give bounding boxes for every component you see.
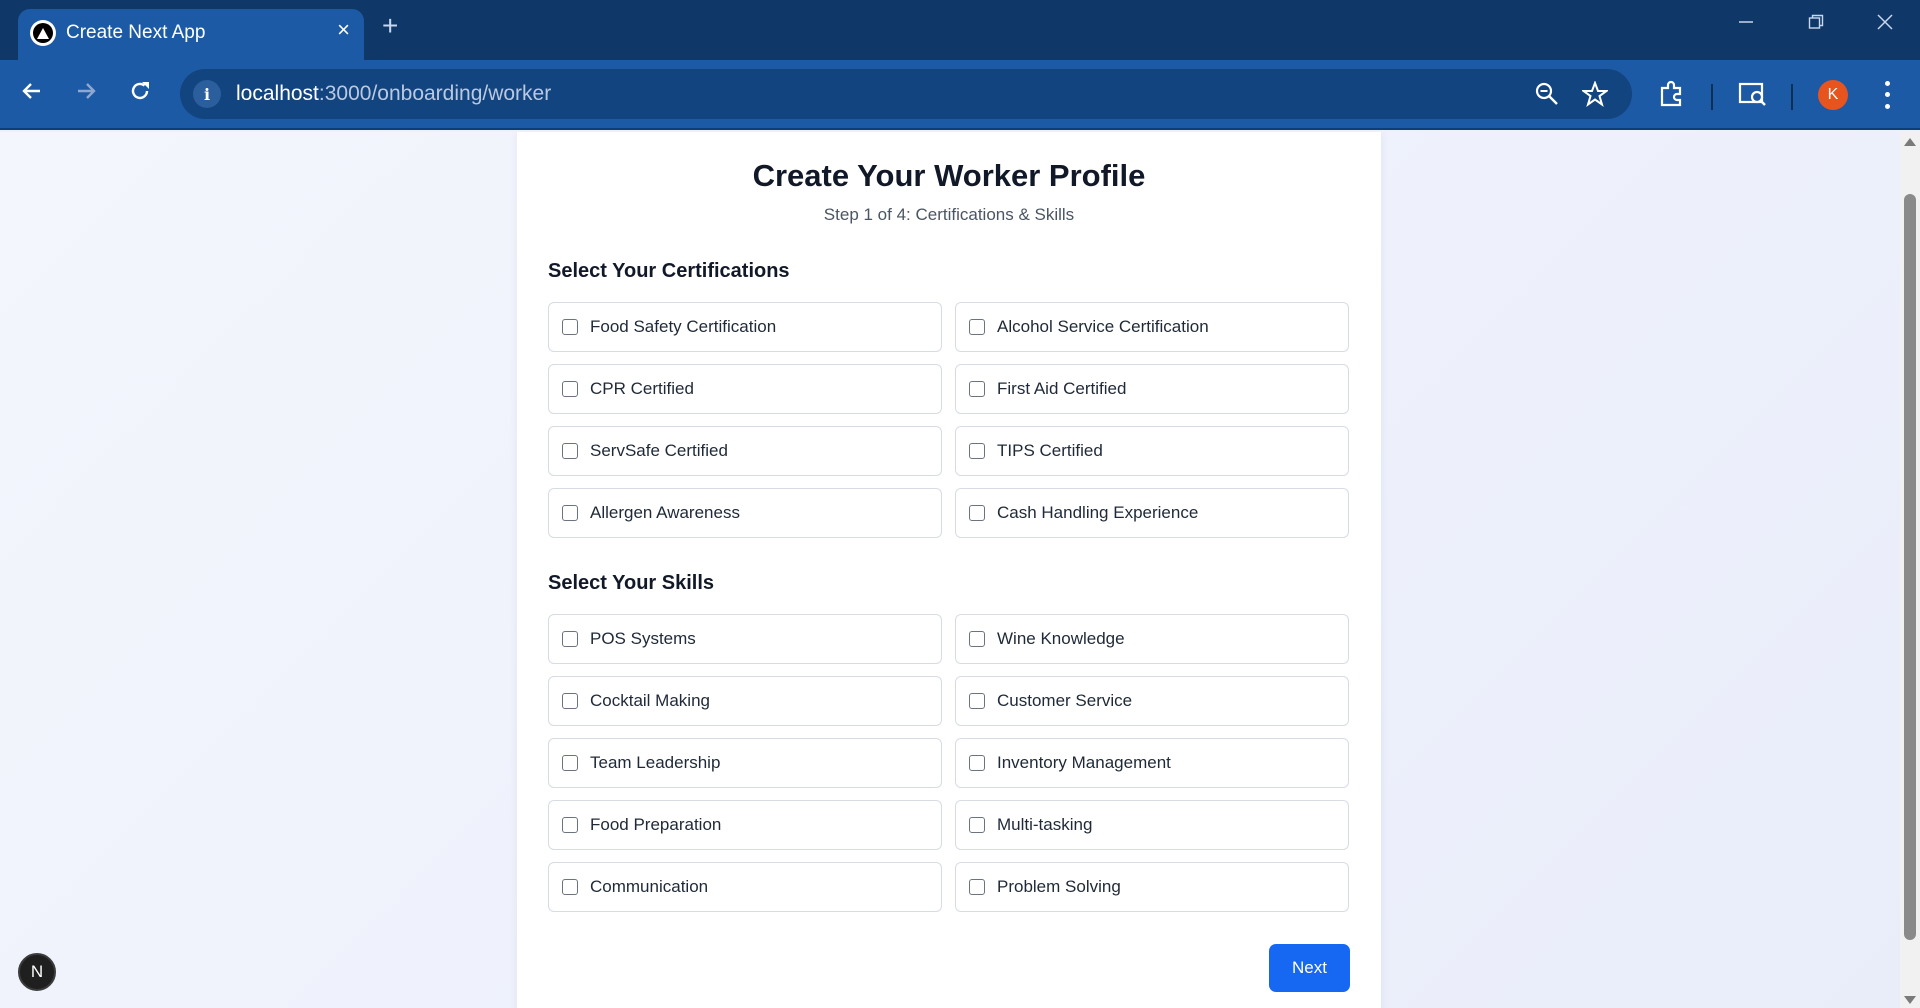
option-label: Problem Solving: [997, 877, 1121, 896]
checkbox[interactable]: [562, 879, 578, 895]
skill-option[interactable]: Inventory Management: [955, 738, 1349, 788]
checkbox[interactable]: [562, 693, 578, 709]
url-path: :3000/onboarding/worker: [318, 82, 552, 105]
onboarding-card: Create Your Worker Profile Step 1 of 4: …: [517, 132, 1381, 1008]
option-label: Allergen Awareness: [590, 503, 740, 522]
step-indicator: Step 1 of 4: Certifications & Skills: [823, 205, 1075, 224]
checkbox[interactable]: [969, 817, 985, 833]
page-viewport: Create Your Worker Profile Step 1 of 4: …: [0, 132, 1900, 1008]
skills-heading: Select Your Skills: [548, 572, 715, 594]
checkbox[interactable]: [562, 817, 578, 833]
skill-option[interactable]: Communication: [548, 862, 942, 912]
option-label: Cocktail Making: [590, 691, 710, 710]
extensions-icon[interactable]: [1658, 80, 1686, 113]
certification-option[interactable]: Alcohol Service Certification: [955, 302, 1349, 352]
option-label: First Aid Certified: [997, 379, 1127, 398]
close-window-icon[interactable]: [1877, 14, 1893, 34]
scroll-down-icon[interactable]: [1904, 996, 1916, 1004]
option-label: POS Systems: [590, 629, 696, 648]
browser-toolbar: i localhost:3000/onboarding/worker K: [0, 60, 1920, 130]
page-scrollbar[interactable]: [1900, 132, 1920, 1008]
checkbox[interactable]: [562, 381, 578, 397]
scrollbar-thumb[interactable]: [1904, 194, 1916, 940]
checkbox[interactable]: [969, 443, 985, 459]
option-label: Team Leadership: [590, 753, 721, 772]
certifications-heading: Select Your Certifications: [548, 260, 790, 282]
skills-grid: POS Systems Wine Knowledge Cocktail Maki…: [548, 614, 1349, 912]
skill-option[interactable]: Multi-tasking: [955, 800, 1349, 850]
checkbox[interactable]: [969, 755, 985, 771]
tab-close-icon[interactable]: ×: [337, 19, 350, 41]
scroll-up-icon[interactable]: [1904, 138, 1916, 146]
option-label: Multi-tasking: [997, 815, 1093, 834]
site-info-icon[interactable]: i: [193, 80, 221, 108]
profile-avatar[interactable]: K: [1818, 80, 1848, 110]
option-label: Customer Service: [997, 691, 1133, 710]
checkbox[interactable]: [969, 631, 985, 647]
forward-arrow-icon[interactable]: [74, 79, 98, 107]
option-label: Cash Handling Experience: [997, 503, 1199, 522]
checkbox[interactable]: [969, 319, 985, 335]
skill-option[interactable]: Wine Knowledge: [955, 614, 1349, 664]
option-label: TIPS Certified: [997, 441, 1103, 460]
browser-menu-icon[interactable]: [1880, 78, 1894, 112]
url-host: localhost: [236, 82, 319, 105]
back-arrow-icon[interactable]: [20, 79, 44, 107]
certification-option[interactable]: First Aid Certified: [955, 364, 1349, 414]
toolbar-divider: [1791, 84, 1793, 110]
certification-option[interactable]: ServSafe Certified: [548, 426, 942, 476]
minimize-icon[interactable]: [1738, 14, 1754, 34]
certification-option[interactable]: Food Safety Certification: [548, 302, 942, 352]
certification-option[interactable]: CPR Certified: [548, 364, 942, 414]
nextjs-favicon-icon: [30, 20, 56, 46]
checkbox[interactable]: [969, 381, 985, 397]
next-button[interactable]: Next: [1269, 944, 1350, 992]
checkbox[interactable]: [562, 755, 578, 771]
option-label: ServSafe Certified: [590, 441, 728, 460]
checkbox[interactable]: [969, 693, 985, 709]
checkbox[interactable]: [969, 505, 985, 521]
checkbox[interactable]: [562, 505, 578, 521]
browser-tab-strip: Create Next App × +: [0, 0, 1920, 60]
checkbox[interactable]: [969, 879, 985, 895]
option-label: Wine Knowledge: [997, 629, 1125, 648]
certification-option[interactable]: Cash Handling Experience: [955, 488, 1349, 538]
option-label: Food Safety Certification: [590, 317, 777, 336]
tab-title: Create Next App: [66, 22, 206, 43]
new-tab-icon[interactable]: +: [382, 12, 398, 40]
skill-option[interactable]: Cocktail Making: [548, 676, 942, 726]
certifications-grid: Food Safety Certification Alcohol Servic…: [548, 302, 1349, 538]
address-bar[interactable]: i localhost:3000/onboarding/worker: [180, 69, 1632, 119]
reload-icon[interactable]: [128, 79, 152, 107]
restore-icon[interactable]: [1808, 14, 1824, 34]
option-label: Alcohol Service Certification: [997, 317, 1209, 336]
skill-option[interactable]: Food Preparation: [548, 800, 942, 850]
skill-option[interactable]: POS Systems: [548, 614, 942, 664]
option-label: CPR Certified: [590, 379, 694, 398]
skill-option[interactable]: Customer Service: [955, 676, 1349, 726]
url-text[interactable]: localhost:3000/onboarding/worker: [236, 82, 551, 106]
skill-option[interactable]: Team Leadership: [548, 738, 942, 788]
checkbox[interactable]: [562, 631, 578, 647]
zoom-icon[interactable]: [1534, 81, 1560, 112]
skill-option[interactable]: Problem Solving: [955, 862, 1349, 912]
toolbar-divider: [1711, 84, 1713, 110]
option-label: Inventory Management: [997, 753, 1171, 772]
bookmark-star-icon[interactable]: [1580, 80, 1610, 112]
checkbox[interactable]: [562, 319, 578, 335]
page-title: Create Your Worker Profile: [752, 158, 1146, 193]
option-label: Communication: [590, 877, 709, 896]
certification-option[interactable]: TIPS Certified: [955, 426, 1349, 476]
browser-tab[interactable]: Create Next App ×: [18, 9, 364, 60]
tab-search-icon[interactable]: [1738, 80, 1768, 113]
checkbox[interactable]: [562, 443, 578, 459]
nextjs-dev-indicator[interactable]: N: [18, 953, 56, 991]
certification-option[interactable]: Allergen Awareness: [548, 488, 942, 538]
option-label: Food Preparation: [590, 815, 722, 834]
